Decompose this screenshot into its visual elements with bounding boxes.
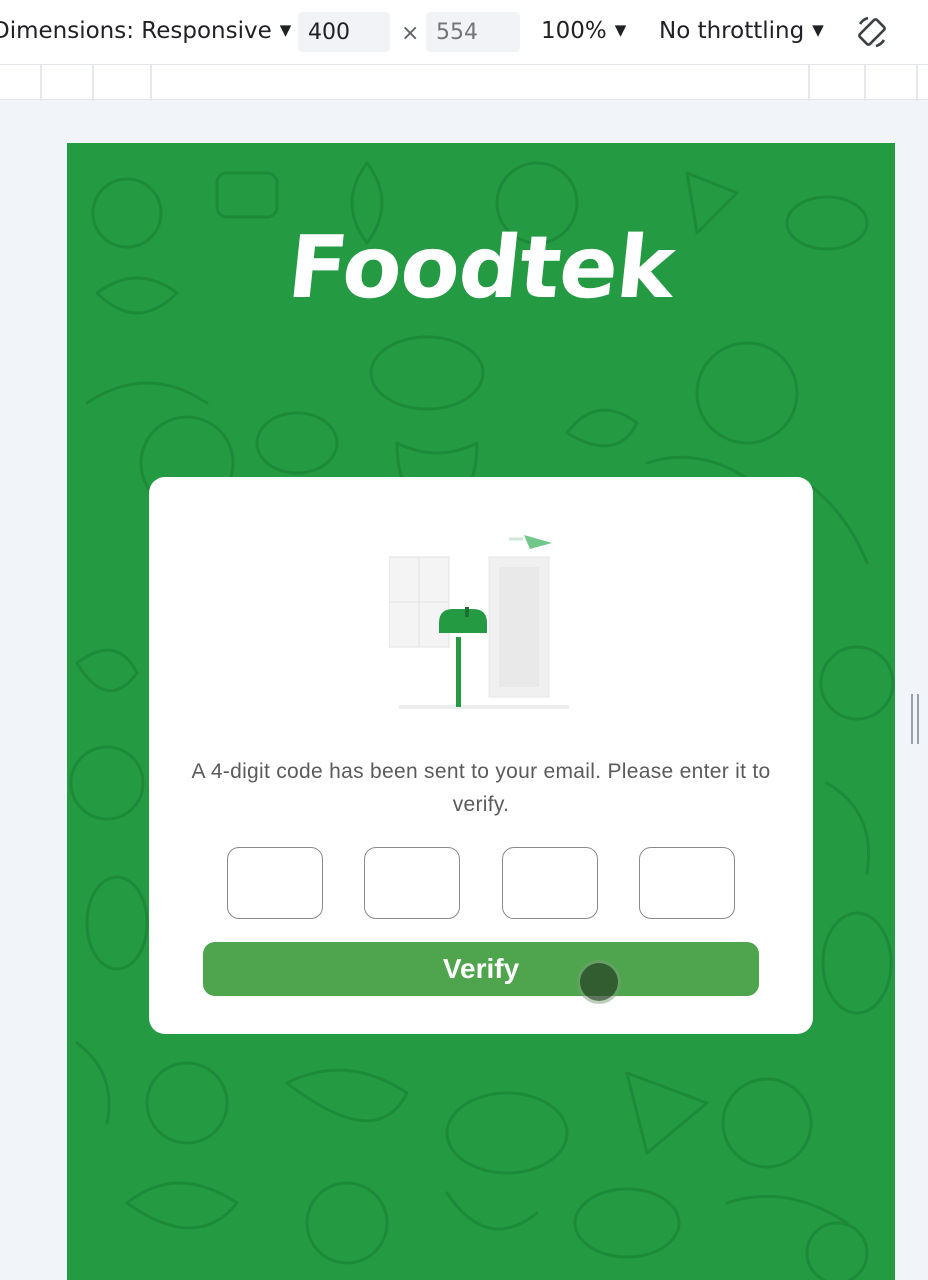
height-input[interactable] bbox=[426, 12, 520, 52]
code-digit-2[interactable] bbox=[364, 847, 461, 919]
viewport-resize-handle[interactable] bbox=[910, 692, 920, 746]
app-viewport: Foodtek A 4-digit code has been sent to … bbox=[67, 143, 895, 1280]
throttling-dropdown[interactable]: No throttling ▼ bbox=[659, 18, 824, 44]
times-symbol: × bbox=[401, 21, 420, 46]
code-digit-3[interactable] bbox=[501, 847, 598, 919]
code-input-group bbox=[227, 847, 735, 919]
chevron-down-icon: ▼ bbox=[279, 21, 292, 39]
chevron-down-icon: ▼ bbox=[812, 21, 824, 39]
width-input[interactable] bbox=[298, 12, 390, 52]
zoom-dropdown[interactable]: 100% ▼ bbox=[541, 18, 626, 44]
touch-cursor-indicator bbox=[580, 963, 618, 1001]
brand-logo: Foodtek bbox=[283, 218, 679, 318]
dimensions-dropdown[interactable]: Dimensions: Responsive ▼ bbox=[0, 18, 291, 44]
chevron-down-icon: ▼ bbox=[614, 21, 627, 39]
media-query-ruler bbox=[0, 64, 928, 101]
dimensions-label: Dimensions: Responsive bbox=[0, 18, 272, 44]
code-digit-4[interactable] bbox=[638, 847, 735, 919]
verify-button[interactable]: Verify bbox=[203, 942, 759, 996]
code-digit-1[interactable] bbox=[227, 847, 323, 919]
devtools-device-toolbar: Dimensions: Responsive ▼ × 100% ▼ No throt… bbox=[0, 0, 928, 64]
verification-card: A 4-digit code has been sent to your ema… bbox=[149, 477, 813, 1034]
verification-message: A 4-digit code has been sent to your ema… bbox=[191, 760, 771, 816]
mailbox-illustration bbox=[389, 535, 569, 709]
zoom-label: 100% bbox=[541, 18, 607, 44]
rotate-icon[interactable] bbox=[854, 14, 890, 50]
throttling-label: No throttling bbox=[659, 18, 805, 44]
